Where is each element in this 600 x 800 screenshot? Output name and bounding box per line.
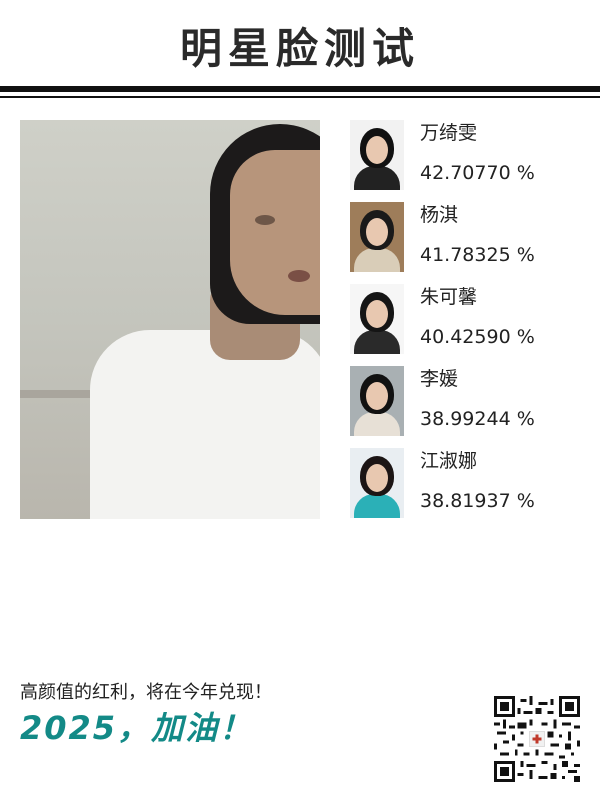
footer-slogan: 高颜值的红利，将在今年兑现！ bbox=[20, 682, 272, 703]
similarity-score: 40.42590 % bbox=[420, 326, 535, 348]
qr-code-icon[interactable] bbox=[494, 696, 580, 782]
photo-mouth bbox=[288, 270, 310, 282]
photo-face bbox=[230, 150, 320, 315]
celebrity-thumbnail bbox=[350, 284, 404, 354]
similarity-score: 42.70770 % bbox=[420, 162, 535, 184]
user-photo bbox=[20, 120, 320, 519]
page-title: 明星脸测试 bbox=[179, 24, 420, 73]
celebrity-name: 李媛 bbox=[420, 368, 459, 390]
photo-eye bbox=[255, 215, 275, 225]
celebrity-name: 朱可馨 bbox=[420, 286, 478, 308]
match-item[interactable]: 李媛 38.99244 % bbox=[350, 366, 580, 448]
celebrity-thumbnail bbox=[350, 366, 404, 436]
header-divider-thin bbox=[0, 96, 600, 98]
celebrity-name: 江淑娜 bbox=[420, 450, 478, 472]
celebrity-thumbnail bbox=[350, 448, 404, 518]
celebrity-thumbnail bbox=[350, 120, 404, 190]
header-divider-thick bbox=[0, 86, 600, 92]
footer-cheer: 2025，加油！ bbox=[20, 709, 254, 747]
match-item[interactable]: 江淑娜 38.81937 % bbox=[350, 448, 580, 530]
similarity-score: 38.81937 % bbox=[420, 490, 535, 512]
match-list: 万绮雯 42.70770 % 杨淇 41.78325 % 朱可馨 40.4259… bbox=[350, 120, 580, 530]
match-item[interactable]: 万绮雯 42.70770 % bbox=[350, 120, 580, 202]
celebrity-name: 杨淇 bbox=[420, 204, 459, 226]
celebrity-name: 万绮雯 bbox=[420, 122, 478, 144]
match-item[interactable]: 杨淇 41.78325 % bbox=[350, 202, 580, 284]
celebrity-thumbnail bbox=[350, 202, 404, 272]
match-item[interactable]: 朱可馨 40.42590 % bbox=[350, 284, 580, 366]
similarity-score: 38.99244 % bbox=[420, 408, 535, 430]
similarity-score: 41.78325 % bbox=[420, 244, 535, 266]
